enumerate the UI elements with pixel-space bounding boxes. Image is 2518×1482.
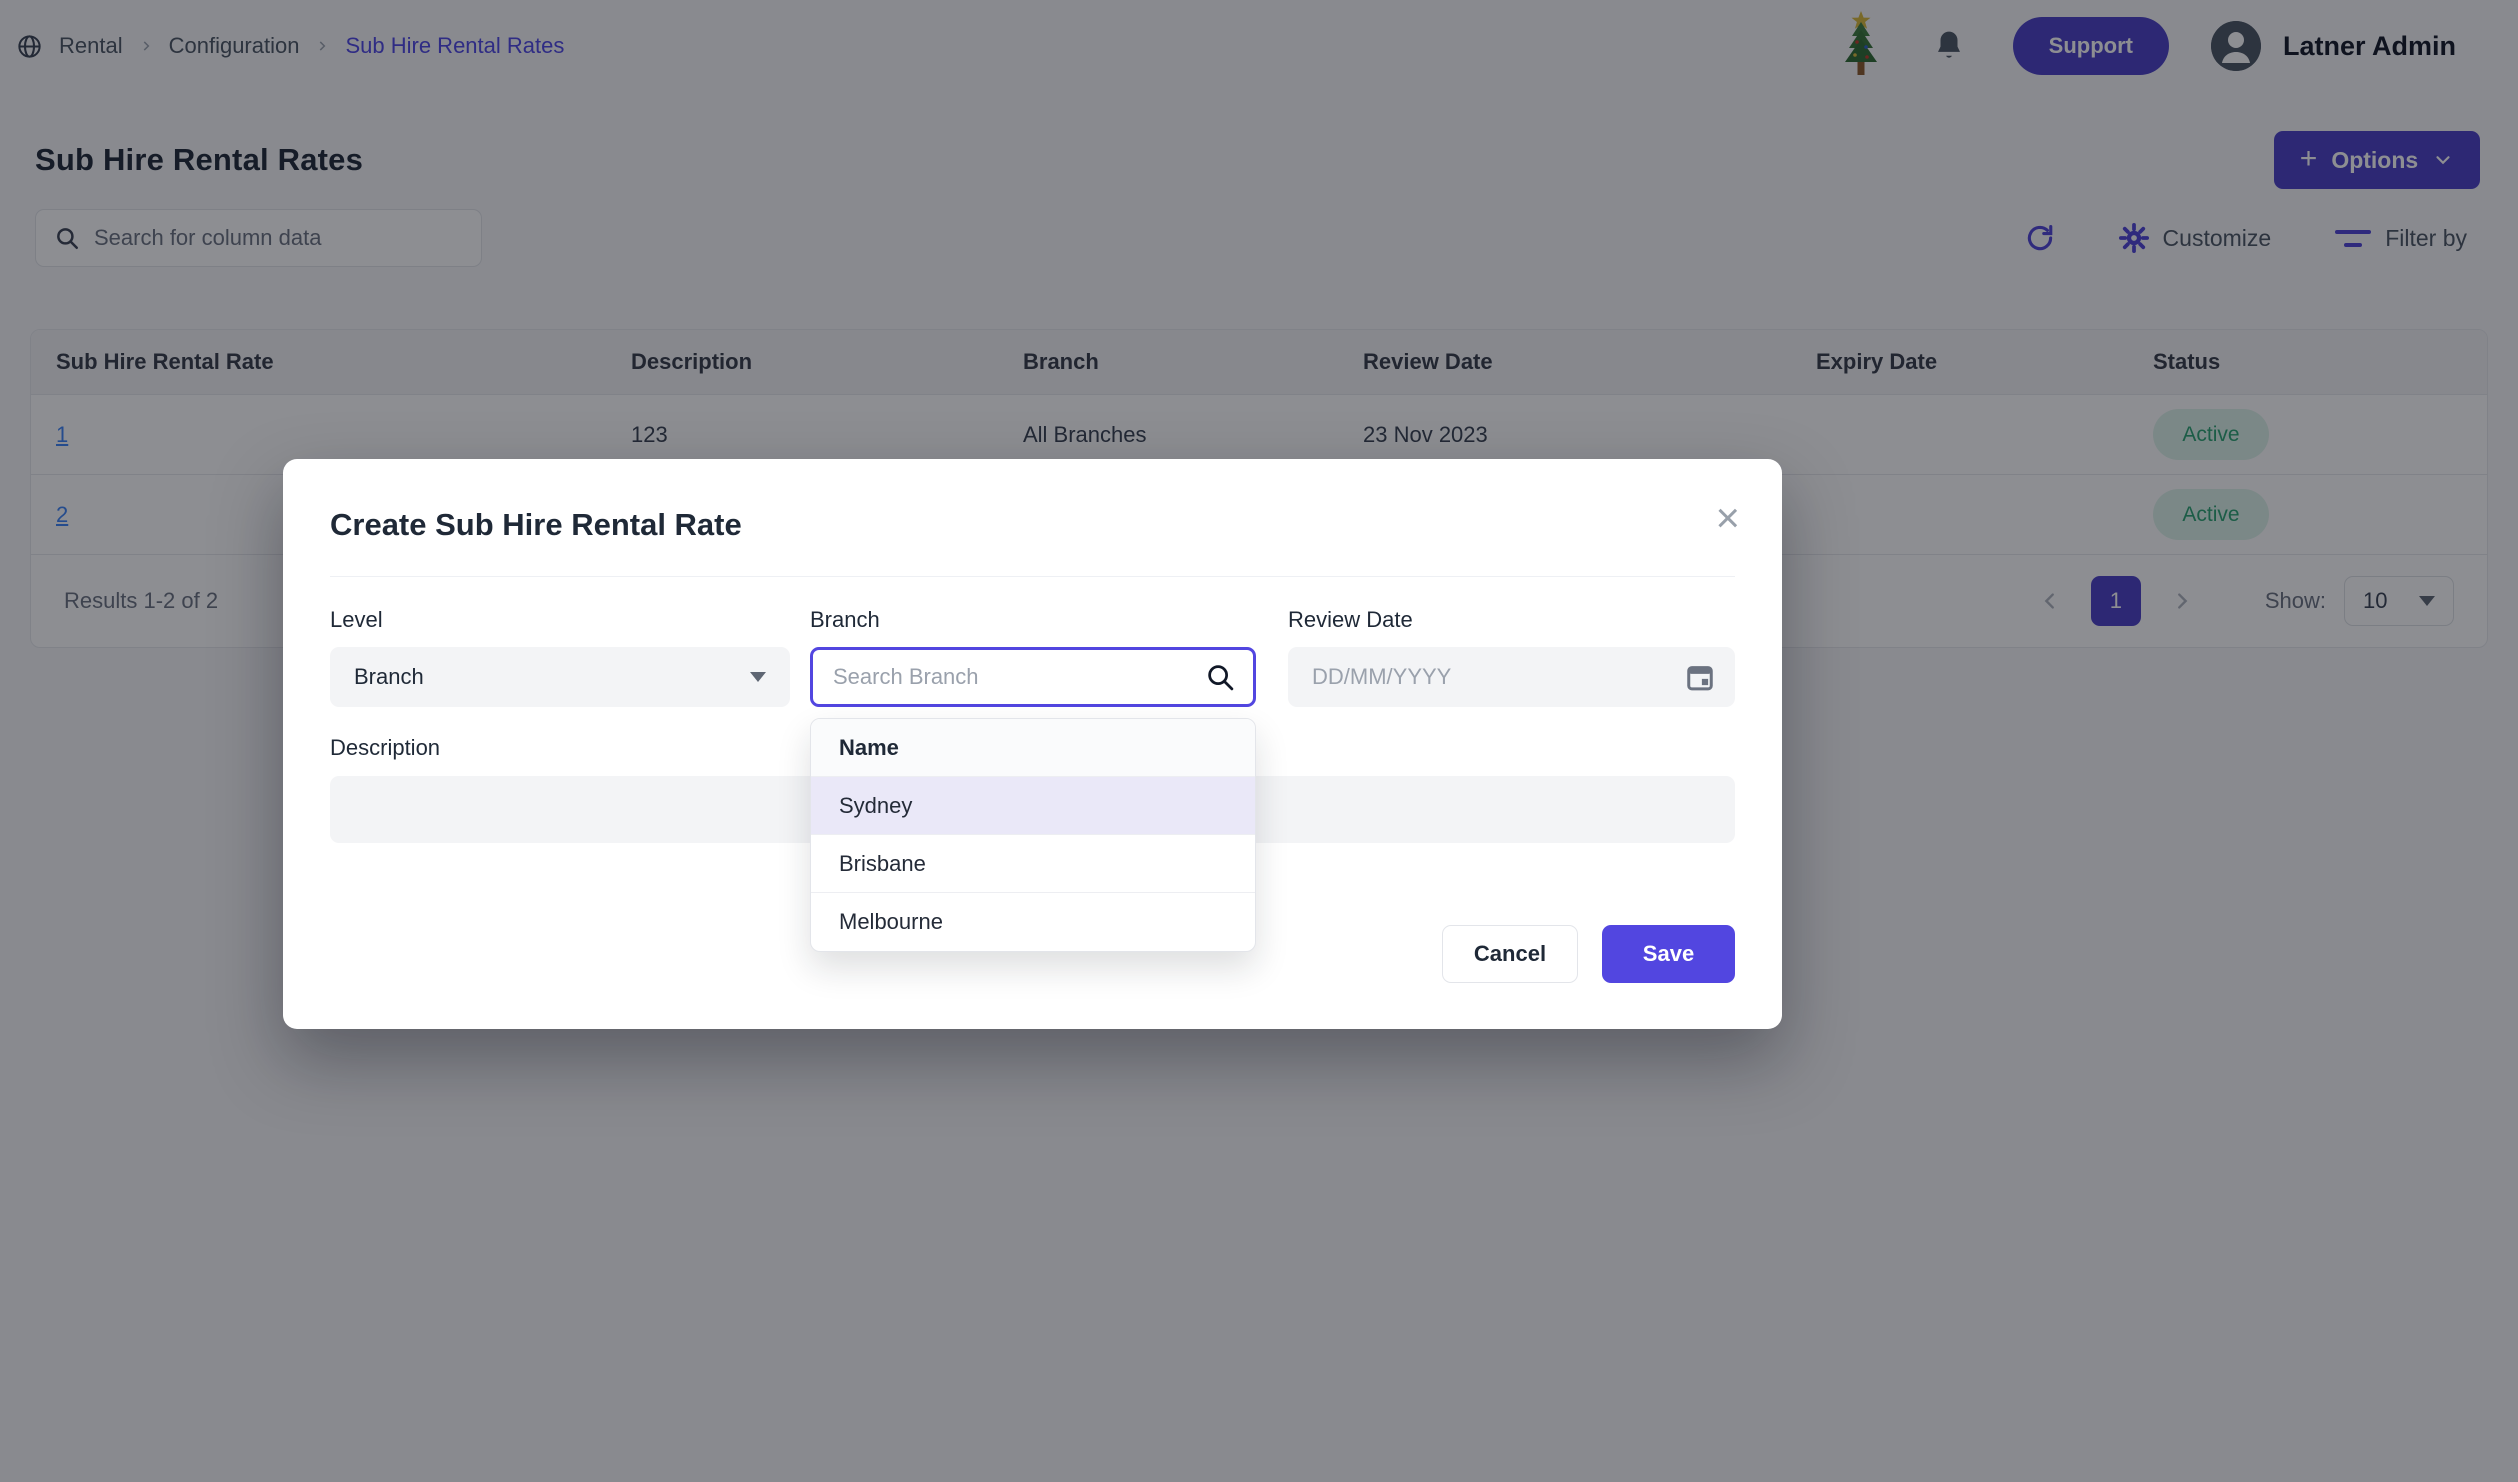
dropdown-option-brisbane[interactable]: Brisbane [811, 835, 1255, 893]
cancel-button[interactable]: Cancel [1442, 925, 1578, 983]
review-date-field[interactable]: DD/MM/YYYY [1288, 647, 1735, 707]
branch-search-input[interactable] [833, 664, 1193, 690]
save-button[interactable]: Save [1602, 925, 1735, 983]
calendar-icon[interactable] [1685, 662, 1715, 692]
review-date-placeholder: DD/MM/YYYY [1312, 664, 1451, 690]
dropdown-option-sydney[interactable]: Sydney [811, 777, 1255, 835]
dropdown-option-melbourne[interactable]: Melbourne [811, 893, 1255, 951]
modal-header-divider [330, 576, 1735, 577]
level-select-value: Branch [354, 664, 424, 690]
description-label: Description [330, 735, 440, 761]
level-label: Level [330, 607, 383, 633]
close-icon[interactable]: × [1715, 497, 1740, 539]
branch-search-field[interactable] [810, 647, 1256, 707]
review-date-label: Review Date [1288, 607, 1413, 633]
modal-actions: Cancel Save [1442, 925, 1735, 983]
branch-label: Branch [810, 607, 880, 633]
caret-down-icon [750, 672, 766, 682]
modal-title: Create Sub Hire Rental Rate [330, 507, 742, 543]
branch-options-dropdown: Name Sydney Brisbane Melbourne [810, 718, 1256, 952]
create-sub-hire-rental-rate-modal: Create Sub Hire Rental Rate × Level Bran… [283, 459, 1782, 1029]
dropdown-header: Name [811, 719, 1255, 777]
level-select[interactable]: Branch [330, 647, 790, 707]
search-icon [1205, 662, 1235, 692]
